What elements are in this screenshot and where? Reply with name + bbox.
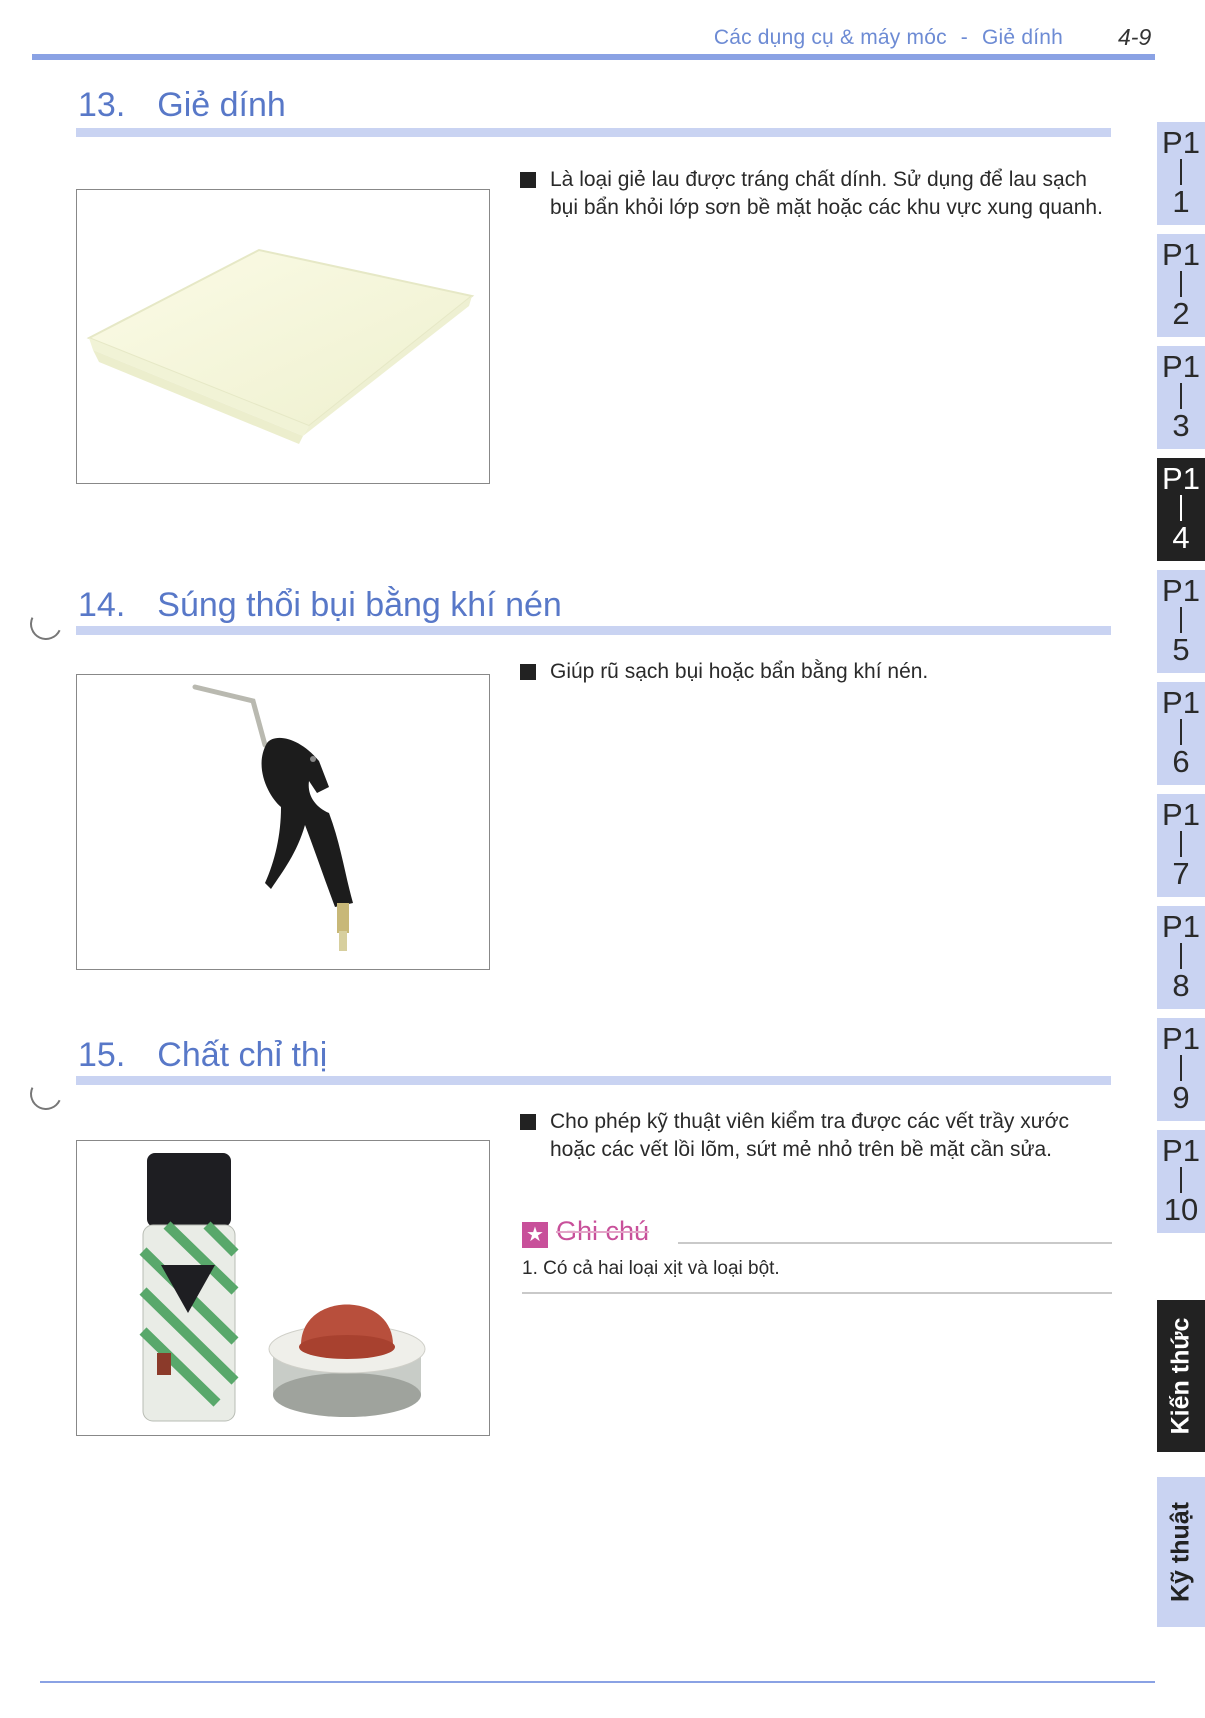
note-header: ★ Ghi chú [522, 1216, 1112, 1248]
section-14-title: 14. Súng thổi bụi bằng khí nén [78, 586, 562, 625]
page-number: 4-9 [1118, 24, 1152, 50]
side-tab-divider [1180, 383, 1182, 409]
side-tab-p1-4[interactable]: P1 4 [1157, 458, 1205, 561]
side-tab-p1-6[interactable]: P1 6 [1157, 682, 1205, 785]
side-tab-prefix: P1 [1162, 349, 1200, 384]
side-tab-number: 5 [1172, 632, 1190, 667]
tack-cloth-illustration [86, 248, 475, 444]
side-tab-prefix: P1 [1162, 125, 1200, 160]
section-13-title: 13. Giẻ dính [78, 86, 286, 125]
tab-knowledge[interactable]: Kiến thức [1157, 1300, 1205, 1452]
side-tab-number: 9 [1172, 1080, 1190, 1115]
tab-technique-label: Kỹ thuật [1166, 1502, 1195, 1602]
section-rule [76, 128, 1111, 137]
side-tab-divider [1180, 607, 1182, 633]
header-chapter: Các dụng cụ & máy móc [713, 26, 947, 49]
bullet-square [520, 172, 536, 188]
side-tab-number: 2 [1172, 296, 1190, 331]
header-topic: Giẻ dính [982, 26, 1063, 49]
section-number: 14. [78, 586, 126, 624]
side-tab-p1-9[interactable]: P1 9 [1157, 1018, 1205, 1121]
side-tab-divider [1180, 719, 1182, 745]
star-icon: ★ [522, 1222, 548, 1248]
side-tab-divider [1180, 831, 1182, 857]
note-rule [678, 1242, 1112, 1244]
header-rule [32, 54, 1155, 60]
air-blow-gun-photo [76, 674, 490, 970]
side-tab-divider [1180, 1167, 1182, 1193]
tab-knowledge-label: Kiến thức [1166, 1317, 1195, 1435]
description-text: Giúp rũ sạch bụi hoặc bẩn bằng khí nén. [550, 660, 929, 683]
side-tab-number: 10 [1163, 1192, 1199, 1227]
side-tab-p1-8[interactable]: P1 8 [1157, 906, 1205, 1009]
side-tab-p1-7[interactable]: P1 7 [1157, 794, 1205, 897]
binder-hole [25, 603, 67, 645]
side-tab-prefix: P1 [1162, 909, 1200, 944]
side-tab-p1-5[interactable]: P1 5 [1157, 570, 1205, 673]
binder-hole [25, 1073, 67, 1115]
section-heading: Giẻ dính [157, 86, 286, 124]
note-bottom-rule [522, 1292, 1112, 1294]
side-tab-prefix: P1 [1162, 1133, 1200, 1168]
section-15-title: 15. Chất chỉ thị [78, 1036, 327, 1075]
side-tab-p1-2[interactable]: P1 2 [1157, 234, 1205, 337]
side-tab-number: 7 [1172, 856, 1190, 891]
tack-cloth-photo [76, 189, 490, 484]
section-rule [76, 1076, 1111, 1085]
side-tab-divider [1180, 943, 1182, 969]
bullet-square [520, 1114, 536, 1130]
section-14-description: Giúp rũ sạch bụi hoặc bẩn bằng khí nén. [520, 658, 1110, 686]
side-tab-prefix: P1 [1162, 237, 1200, 272]
bullet-square [520, 664, 536, 680]
section-number: 13. [78, 86, 126, 124]
section-heading: Súng thổi bụi bằng khí nén [157, 586, 562, 624]
side-tab-divider [1180, 159, 1182, 185]
side-tab-prefix: P1 [1162, 1021, 1200, 1056]
section-15-description: Cho phép kỹ thuật viên kiểm tra được các… [520, 1108, 1110, 1164]
description-text: Là loại giẻ lau được tráng chất dính. Sử… [550, 168, 1103, 219]
note-label: Ghi chú [556, 1216, 650, 1246]
tab-technique[interactable]: Kỹ thuật [1157, 1477, 1205, 1627]
description-text: Cho phép kỹ thuật viên kiểm tra được các… [550, 1110, 1070, 1161]
side-tab-prefix: P1 [1162, 685, 1200, 720]
header-separator: - [960, 26, 968, 49]
section-rule [76, 626, 1111, 635]
side-tab-divider [1180, 1055, 1182, 1081]
side-tab-divider [1180, 271, 1182, 297]
guide-coat-illustration [139, 1153, 426, 1422]
side-tab-p1-3[interactable]: P1 3 [1157, 346, 1205, 449]
side-tab-number: 1 [1172, 184, 1190, 219]
section-13-description: Là loại giẻ lau được tráng chất dính. Sử… [520, 166, 1110, 222]
side-tab-prefix: P1 [1162, 461, 1200, 496]
side-tab-prefix: P1 [1162, 797, 1200, 832]
side-tab-p1-1[interactable]: P1 1 [1157, 122, 1205, 225]
side-tab-prefix: P1 [1162, 573, 1200, 608]
side-tab-p1-10[interactable]: P1 10 [1157, 1130, 1205, 1233]
side-tab-number: 3 [1172, 408, 1190, 443]
footer-rule [40, 1681, 1155, 1683]
side-tab-number: 4 [1172, 520, 1190, 555]
section-heading: Chất chỉ thị [157, 1036, 328, 1074]
side-tab-number: 8 [1172, 968, 1190, 1003]
side-tab-divider [1180, 495, 1182, 521]
running-header: Các dụng cụ & máy móc - Giẻ dính [714, 26, 1063, 50]
air-blow-gun-illustration [192, 684, 353, 951]
section-number: 15. [78, 1036, 126, 1074]
guide-coat-photo [76, 1140, 490, 1436]
side-tab-number: 6 [1172, 744, 1190, 779]
note-item: 1. Có cả hai loại xịt và loại bột. [522, 1258, 780, 1279]
